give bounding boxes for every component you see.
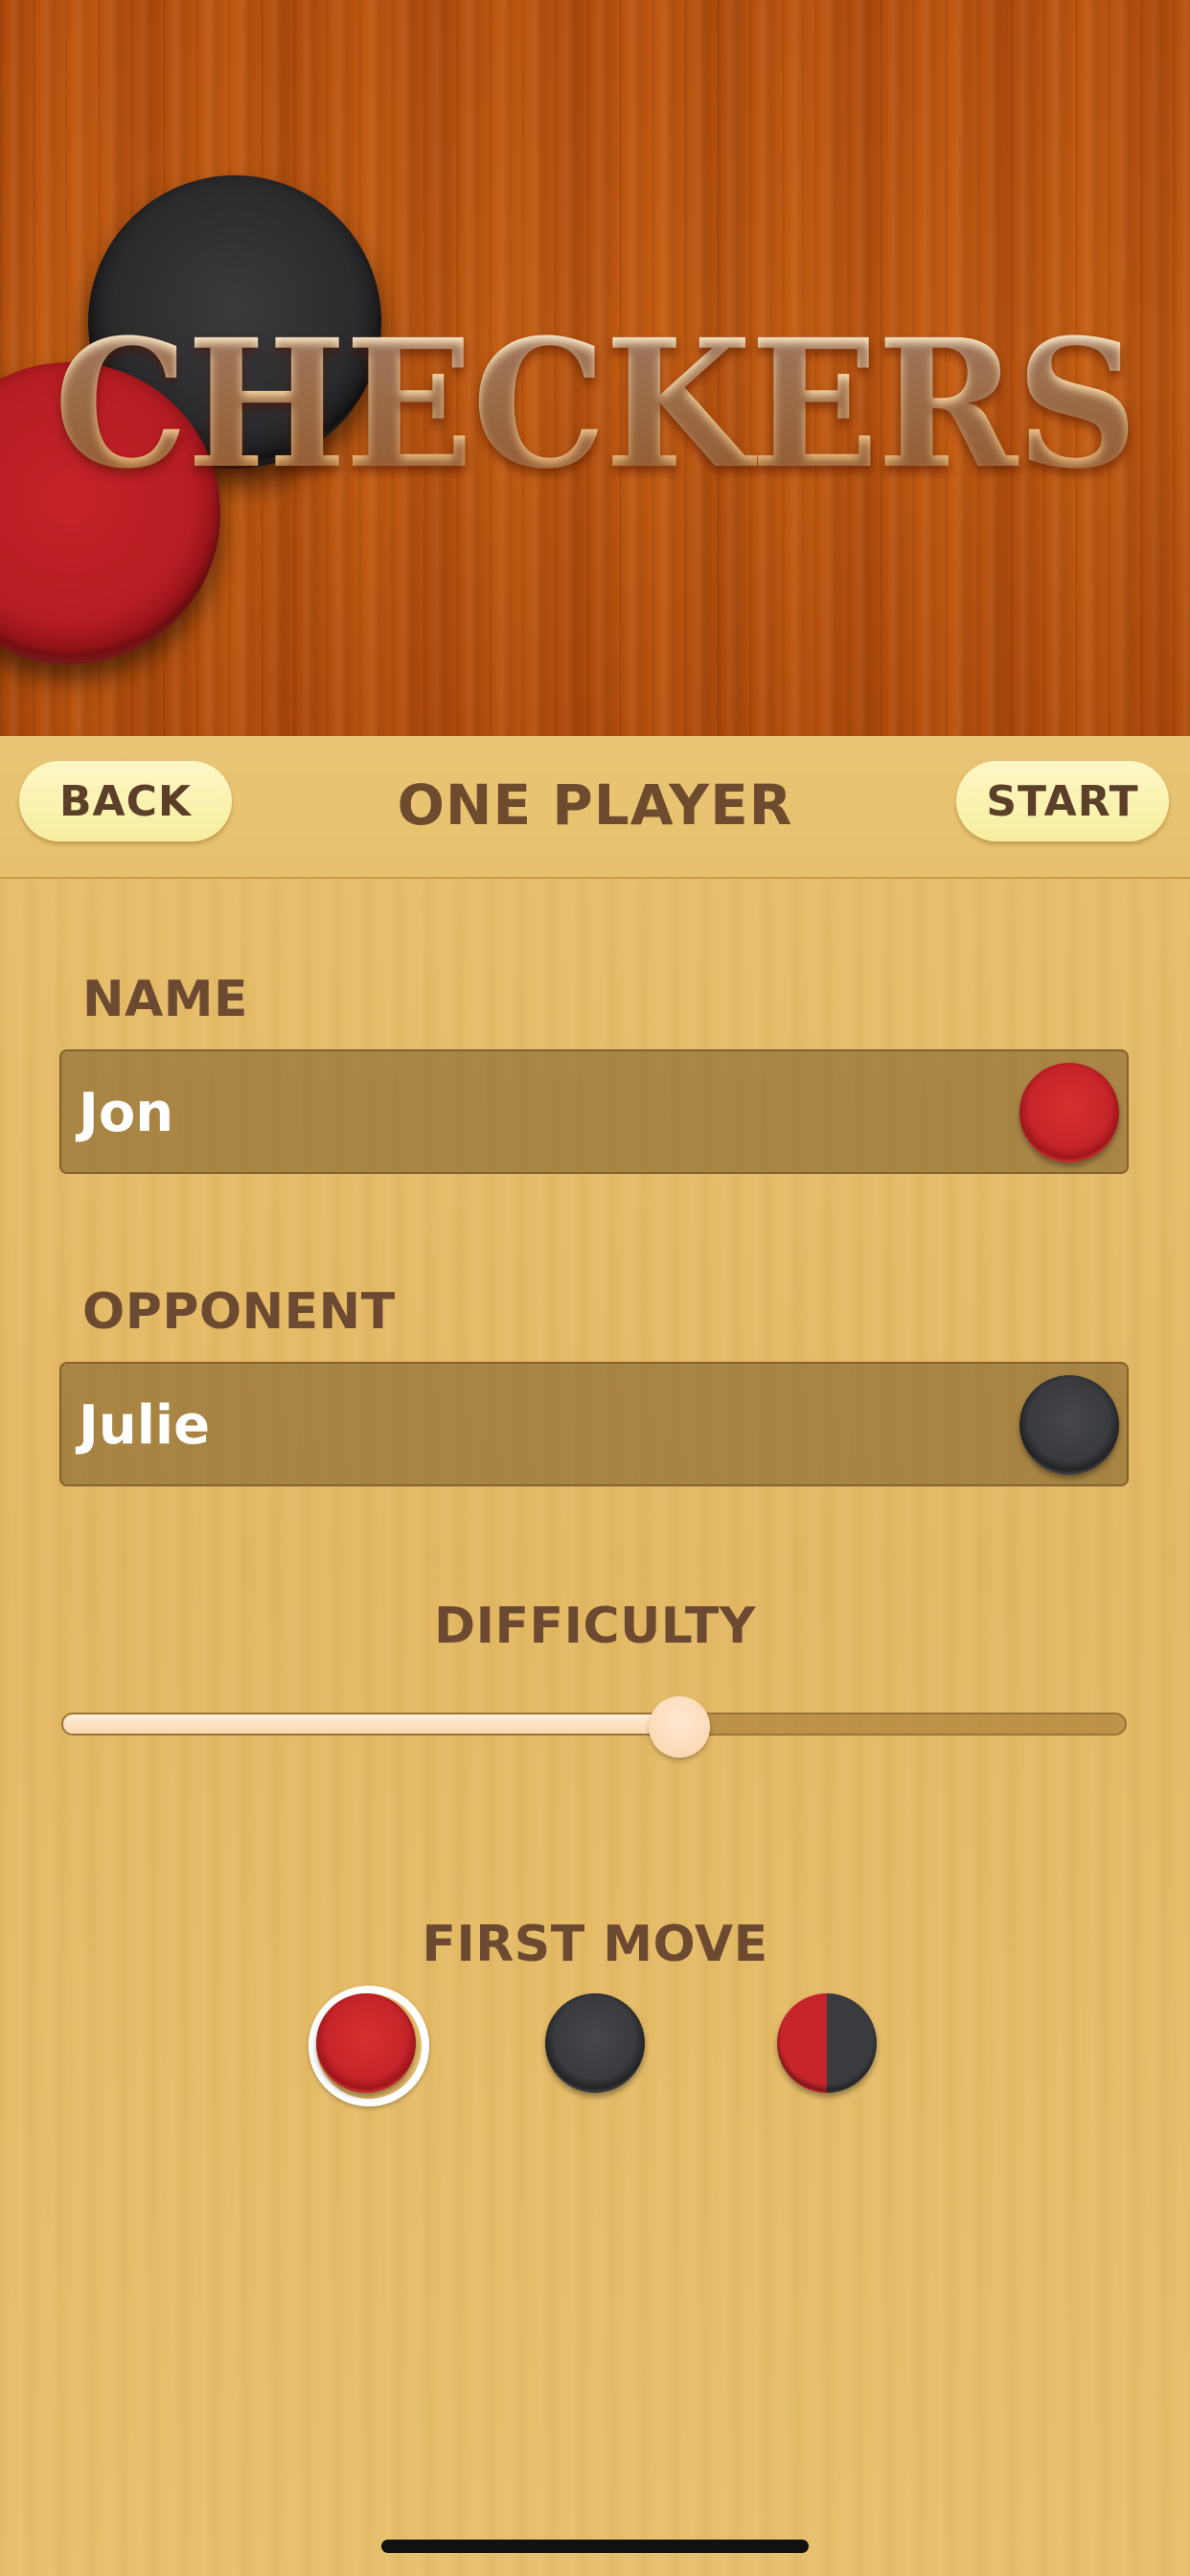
start-button[interactable]: START <box>956 761 1169 841</box>
first-move-random-option[interactable] <box>777 1993 877 2093</box>
opponent-field[interactable]: Julie <box>59 1362 1129 1486</box>
first-move-red-option[interactable] <box>316 1993 416 2093</box>
difficulty-slider-fill <box>63 1714 681 1734</box>
home-indicator[interactable] <box>381 2540 809 2553</box>
name-field[interactable]: Jon <box>59 1049 1129 1174</box>
name-label: NAME <box>82 971 249 1028</box>
first-move-black-option[interactable] <box>545 1993 645 2093</box>
app-title: CHECKERS <box>24 316 1166 493</box>
settings-panel: NAME Jon OPPONENT Julie DIFFICULTY FIRST… <box>0 879 1190 2576</box>
difficulty-slider-track[interactable] <box>61 1713 1127 1736</box>
difficulty-label: DIFFICULTY <box>434 1598 756 1655</box>
opponent-black-checker-icon[interactable] <box>1019 1375 1119 1475</box>
first-move-label: FIRST MOVE <box>422 1916 768 1973</box>
opponent-label: OPPONENT <box>82 1283 396 1341</box>
opponent-value[interactable]: Julie <box>79 1394 210 1457</box>
difficulty-slider-thumb[interactable] <box>649 1696 710 1758</box>
nav-bar: BACK ONE PLAYER START <box>0 736 1190 879</box>
name-value[interactable]: Jon <box>79 1082 173 1144</box>
player-red-checker-icon[interactable] <box>1019 1063 1119 1162</box>
title-banner: CHECKERS <box>0 0 1190 736</box>
